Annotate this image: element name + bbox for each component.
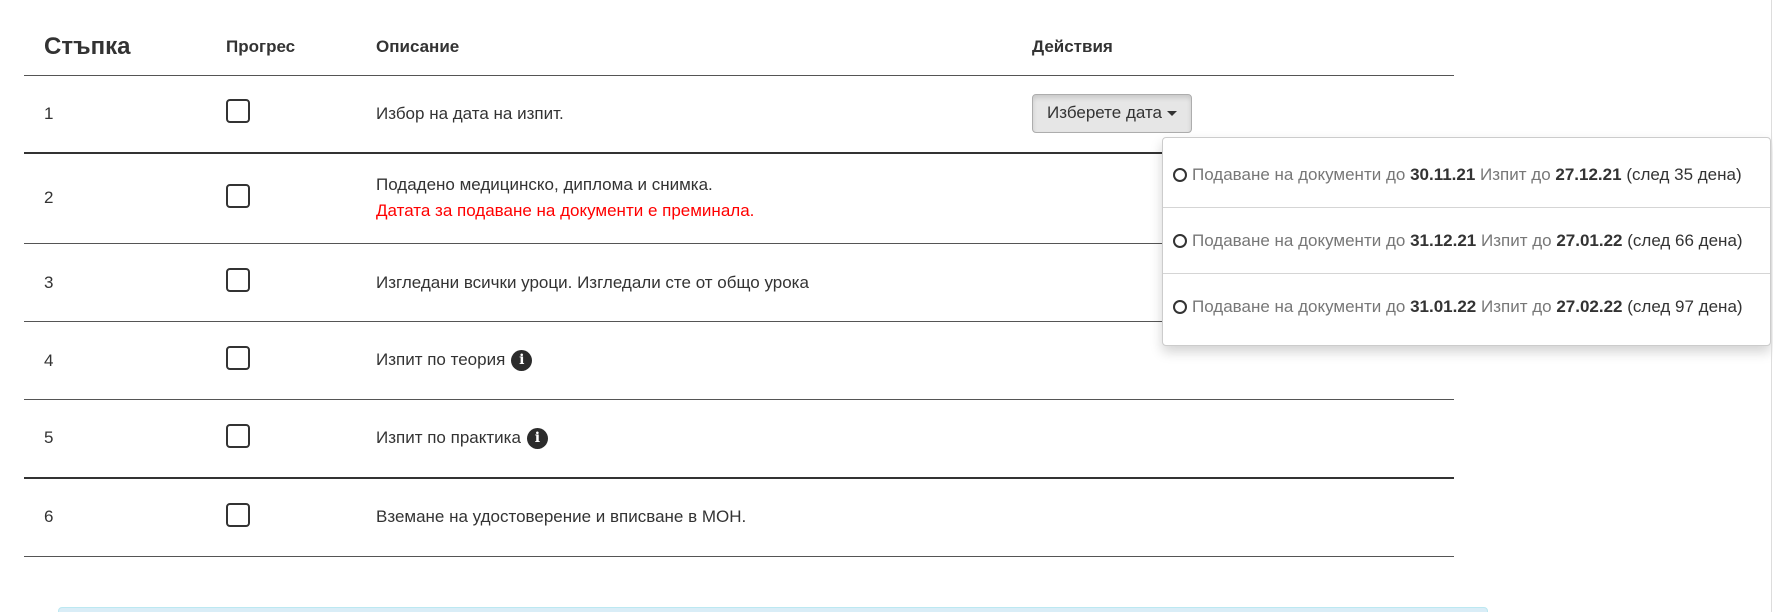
table-row: 5 Изпит по практика i bbox=[24, 399, 1454, 479]
deadline-passed-error: Датата за подаване на документи е премин… bbox=[376, 201, 755, 221]
step-description-text: Изпит по теория bbox=[376, 350, 506, 369]
step-number: 3 bbox=[24, 243, 206, 322]
docs-date: 31.01.22 bbox=[1410, 296, 1477, 316]
step-number: 1 bbox=[24, 75, 206, 154]
caret-down-icon bbox=[1167, 111, 1177, 117]
days-until: (след 97 дена) bbox=[1627, 296, 1743, 316]
date-option[interactable]: Подаване на документи до 31.12.21 Изпит … bbox=[1163, 208, 1770, 274]
header-progress: Прогрес bbox=[206, 18, 356, 76]
docs-label: Подаване на документи до bbox=[1192, 296, 1406, 316]
info-circle-icon[interactable]: i bbox=[526, 427, 548, 449]
exam-date: 27.12.21 bbox=[1555, 164, 1622, 184]
step-description: Избор на дата на изпит. bbox=[356, 75, 1012, 154]
header-description: Описание bbox=[356, 18, 1012, 76]
docs-date: 31.12.21 bbox=[1410, 230, 1477, 250]
docs-label: Подаване на документи до bbox=[1192, 230, 1406, 250]
table-row: 6 Вземане на удостоверение и вписване в … bbox=[24, 477, 1454, 557]
step-description-text: Подадено медицинско, диплома и снимка. bbox=[376, 175, 713, 195]
radio-circle-icon[interactable] bbox=[1173, 167, 1187, 182]
step-number: 4 bbox=[24, 321, 206, 400]
exam-label: Изпит до bbox=[1480, 230, 1552, 250]
progress-checkbox[interactable] bbox=[226, 99, 250, 124]
docs-date: 30.11.21 bbox=[1410, 164, 1476, 184]
step-number: 2 bbox=[24, 152, 206, 244]
progress-checkbox[interactable] bbox=[226, 423, 250, 448]
step-number: 6 bbox=[24, 477, 206, 557]
docs-label: Подаване на документи до bbox=[1192, 164, 1406, 184]
header-actions: Действия bbox=[1012, 18, 1454, 76]
header-step: Стъпка bbox=[24, 18, 206, 76]
step-description: Изпит по теория i bbox=[356, 321, 1012, 400]
radio-circle-icon[interactable] bbox=[1173, 299, 1187, 314]
choose-date-button-label: Изберете дата bbox=[1047, 103, 1162, 123]
progress-checkbox[interactable] bbox=[226, 502, 250, 527]
page: Стъпка Прогрес Описание Действия 1 Избор… bbox=[0, 0, 1773, 612]
days-until: (след 35 дена) bbox=[1626, 164, 1742, 184]
date-dropdown-menu: Подаване на документи до 30.11.21 Изпит … bbox=[1162, 137, 1771, 346]
step-number: 5 bbox=[24, 399, 206, 479]
choose-date-button[interactable]: Изберете дата bbox=[1032, 94, 1192, 134]
radio-circle-icon[interactable] bbox=[1173, 233, 1187, 248]
info-circle-icon[interactable]: i bbox=[511, 350, 533, 371]
exam-label: Изпит до bbox=[1480, 296, 1552, 316]
exam-date: 27.01.22 bbox=[1556, 230, 1623, 250]
exam-label: Изпит до bbox=[1480, 164, 1551, 184]
progress-checkbox[interactable] bbox=[226, 346, 250, 370]
step-description-text: Изпит по практика bbox=[376, 427, 521, 447]
right-divider bbox=[1771, 0, 1772, 612]
date-option[interactable]: Подаване на документи до 31.01.22 Изпит … bbox=[1163, 274, 1770, 339]
progress-checkbox[interactable] bbox=[226, 268, 250, 292]
table-header-row: Стъпка Прогрес Описание Действия bbox=[24, 18, 1454, 76]
days-until: (след 66 дена) bbox=[1627, 230, 1743, 250]
step-description: Вземане на удостоверение и вписване в МО… bbox=[356, 477, 1012, 557]
step-description: Изпит по практика i bbox=[356, 399, 1012, 479]
info-alert-box bbox=[58, 607, 1488, 612]
step-description: Подадено медицинско, диплома и снимка. Д… bbox=[356, 152, 1012, 244]
progress-checkbox[interactable] bbox=[226, 183, 250, 208]
exam-date: 27.02.22 bbox=[1556, 296, 1623, 316]
date-option[interactable]: Подаване на документи до 30.11.21 Изпит … bbox=[1163, 142, 1770, 208]
step-description: Изгледани всички уроци. Изгледали сте от… bbox=[356, 243, 1012, 322]
